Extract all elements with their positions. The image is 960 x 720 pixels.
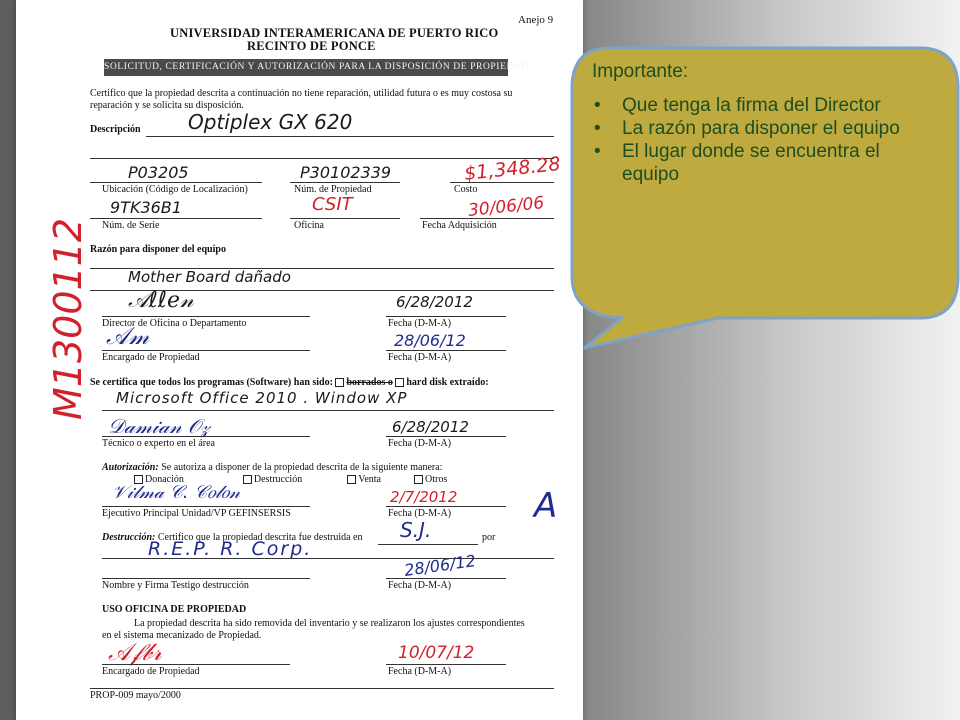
property-officer-date-label: Fecha (D-M-A) bbox=[388, 352, 452, 363]
director-line bbox=[102, 316, 310, 317]
director-date-line bbox=[386, 316, 506, 317]
cost-label: Costo bbox=[454, 184, 478, 195]
cost-line bbox=[450, 182, 554, 183]
final-officer-label: Encargado de Propiedad bbox=[102, 666, 200, 677]
software-value: Microsoft Office 2010 . Window XP bbox=[116, 389, 408, 407]
callout-item-director: Que tenga la firma del Director bbox=[594, 94, 932, 117]
callout-text: Importante: Que tenga la firma del Direc… bbox=[592, 60, 932, 186]
location-value: P03205 bbox=[128, 163, 189, 182]
destruction-checkbox bbox=[242, 475, 252, 485]
witness-date-label: Fecha (D-M-A) bbox=[388, 580, 452, 591]
technician-label: Técnico o experto en el área bbox=[102, 438, 215, 449]
option-destruction: Destrucción bbox=[253, 474, 303, 485]
option-sale: Venta bbox=[358, 474, 381, 485]
description-label: Descripción bbox=[90, 124, 141, 135]
margin-mark: A bbox=[534, 486, 558, 526]
authorization-label: Autorización: bbox=[102, 462, 159, 473]
description-value: Optiplex GX 620 bbox=[188, 110, 353, 134]
acquisition-date-label: Fecha Adquisición bbox=[422, 220, 497, 231]
property-officer-date-line bbox=[386, 350, 506, 351]
office-label: Oficina bbox=[294, 220, 324, 231]
property-officer-signature: 𝒜𝓂 bbox=[106, 322, 150, 350]
final-date-value: 10/07/12 bbox=[398, 643, 475, 663]
final-date-line bbox=[386, 664, 506, 665]
erased-checkbox bbox=[335, 378, 345, 388]
office-use-text-1: La propiedad descrita ha sido removida d… bbox=[134, 618, 525, 629]
technician-signature: 𝒟𝒶𝓂𝒾𝒶𝓃 𝒪𝓏 bbox=[108, 414, 210, 438]
property-officer-line bbox=[102, 350, 310, 351]
director-date-value: 6/28/2012 bbox=[396, 293, 473, 311]
witness-line bbox=[102, 578, 310, 579]
property-number-value: P30102339 bbox=[300, 163, 392, 182]
callout-list: Que tenga la firma del Director La razón… bbox=[592, 94, 932, 186]
software-line bbox=[102, 410, 554, 411]
acquisition-date-value: 30/06/06 bbox=[467, 193, 546, 221]
form-title-banner: SOLICITUD, CERTIFICACIÓN Y AUTORIZACIÓN … bbox=[104, 59, 528, 76]
description-line bbox=[146, 136, 554, 137]
executive-label: Ejecutivo Principal Unidad/VP GEFINSERSI… bbox=[102, 508, 291, 519]
software-option-hard-disk: hard disk extraído: bbox=[406, 377, 489, 388]
location-label: Ubicación (Código de Localización) bbox=[102, 184, 248, 195]
witness-date-value: 28/06/12 bbox=[403, 551, 477, 580]
office-value: CSIT bbox=[312, 194, 353, 215]
important-callout: Importante: Que tenga la firma del Direc… bbox=[570, 40, 960, 360]
intro-text-1: Certifico que la propiedad descrita a co… bbox=[90, 88, 513, 99]
destruction-place: S.J. bbox=[400, 518, 432, 542]
office-use-label: USO OFICINA DE PROPIEDAD bbox=[102, 604, 247, 615]
reason-label: Razón para disponer del equipo bbox=[90, 244, 226, 255]
form-code: PROP-009 mayo/2000 bbox=[90, 690, 181, 701]
reason-value: Mother Board dañado bbox=[128, 268, 291, 286]
callout-title: Importante: bbox=[592, 61, 689, 82]
side-control-number: M1300112 bbox=[46, 217, 90, 420]
executive-date-value: 2/7/2012 bbox=[390, 488, 458, 506]
executive-line bbox=[102, 506, 310, 507]
witness-label: Nombre y Firma Testigo destrucción bbox=[102, 580, 249, 591]
campus-name: RECINTO DE PONCE bbox=[247, 39, 376, 53]
software-statement: Se certifica que todos los programas (So… bbox=[90, 377, 333, 388]
serial-line bbox=[90, 218, 262, 219]
technician-date-line bbox=[386, 436, 506, 437]
sale-checkbox bbox=[347, 475, 357, 485]
callout-item-location: El lugar donde se encuentra el equipo bbox=[594, 140, 932, 186]
location-line bbox=[90, 182, 262, 183]
executive-date-line bbox=[386, 506, 506, 507]
director-signature: 𝒜ℓℓℯ𝓃 bbox=[128, 288, 194, 313]
acquisition-line bbox=[420, 218, 554, 219]
final-signature: 𝒜𝒻𝒷𝓇 bbox=[108, 638, 162, 666]
software-label: Se certifica que todos los programas (So… bbox=[90, 377, 489, 388]
option-other: Otros bbox=[425, 474, 448, 485]
authorization-row: Autorización: Se autoriza a disponer de … bbox=[102, 462, 442, 473]
destruction-place-line bbox=[378, 544, 478, 545]
footer-line bbox=[90, 688, 554, 689]
hard-disk-checkbox bbox=[395, 378, 405, 388]
scanned-form: Anejo 9 UNIVERSIDAD INTERAMERICANA DE PU… bbox=[16, 0, 583, 720]
director-date-label: Fecha (D-M-A) bbox=[388, 318, 452, 329]
executive-signature: 𝒱𝒾𝓁𝓂𝒶 𝒞. 𝒞𝑜𝓁𝑜𝓃 bbox=[112, 482, 241, 503]
property-officer-date-value: 28/06/12 bbox=[394, 331, 466, 350]
other-checkbox bbox=[414, 475, 423, 485]
serial-value: 9TK36B1 bbox=[110, 198, 182, 217]
slide: Anejo 9 UNIVERSIDAD INTERAMERICANA DE PU… bbox=[0, 0, 960, 720]
final-date-label: Fecha (D-M-A) bbox=[388, 666, 452, 677]
destruction-by: por bbox=[482, 532, 496, 543]
destruction-company-line bbox=[102, 558, 554, 559]
office-line bbox=[290, 218, 400, 219]
authorization-text: Se autoriza a disponer de la propiedad d… bbox=[161, 462, 443, 473]
final-line bbox=[102, 664, 290, 665]
annex-label: Anejo 9 bbox=[518, 14, 554, 26]
destruction-company: R.E.P. R. Corp. bbox=[148, 538, 313, 560]
property-number-line bbox=[290, 182, 400, 183]
callout-item-reason: La razón para disponer el equipo bbox=[594, 117, 932, 140]
description-line-2 bbox=[90, 158, 554, 159]
technician-date-value: 6/28/2012 bbox=[392, 418, 469, 436]
software-option-erased: borrados o bbox=[346, 377, 393, 388]
technician-date-label: Fecha (D-M-A) bbox=[388, 438, 452, 449]
technician-line bbox=[102, 436, 310, 437]
serial-label: Núm. de Serie bbox=[102, 220, 160, 231]
witness-date-line bbox=[386, 578, 506, 579]
property-officer-label: Encargado de Propiedad bbox=[102, 352, 200, 363]
